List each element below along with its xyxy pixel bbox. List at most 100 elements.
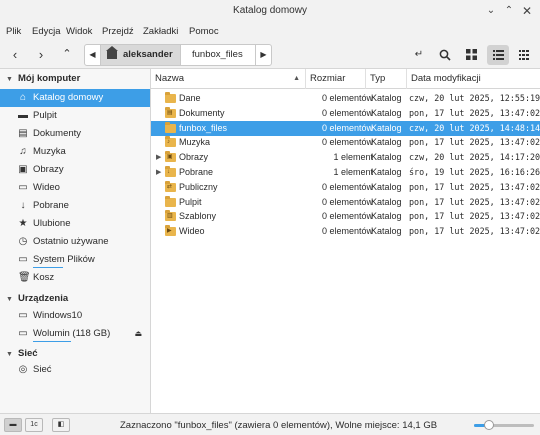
minimize-icon[interactable]: ⌄ [485, 5, 497, 17]
sidebar-item-ulubione[interactable]: ★ Ulubione [0, 215, 150, 233]
music-icon: ♫ [19, 146, 27, 157]
tree-icon[interactable]: 1c [25, 418, 43, 432]
sidebar-item-muzyka[interactable]: ♫ Muzyka [0, 143, 150, 161]
section-moj-komputer[interactable]: ▼ Mój komputer [6, 73, 80, 84]
menu-widok[interactable]: Widok [66, 26, 92, 37]
expander-icon[interactable]: ▶ [156, 150, 161, 165]
menu-pomoc[interactable]: Pomoc [189, 26, 219, 37]
arrow-up-icon[interactable]: ⌃ [56, 46, 78, 64]
folder-icon: ▣ [165, 151, 176, 163]
arrow-right-icon[interactable]: › [30, 46, 52, 64]
file-size: 1 element [333, 167, 373, 177]
file-type: Katalog [371, 137, 402, 148]
file-date: pon, 17 lut 2025, 13:47:02 [409, 107, 540, 118]
sidebar-item-siec[interactable]: ◎ Sieć [0, 361, 150, 379]
folder-emblem: ⇄ [167, 183, 173, 190]
sidebar-item-pobrane[interactable]: ↓ Pobrane [0, 197, 150, 215]
table-row[interactable]: Dane 0 elementów Katalog czw, 20 lut 2025, … [151, 91, 540, 106]
sidebar-item-katalog-domowy[interactable]: ⌂ Katalog domowy [0, 89, 150, 107]
column-type[interactable]: Typ [366, 69, 407, 89]
zoom-slider[interactable] [474, 420, 534, 430]
network-icon: ◎ [18, 364, 28, 375]
file-date: czw, 20 lut 2025, 14:17:20 [409, 152, 540, 163]
menu-plik[interactable]: Plik [6, 26, 21, 37]
chevron-down-icon: ▼ [6, 351, 13, 358]
file-name: Wideo [179, 226, 205, 237]
menu-przejdz[interactable]: Przejdź [102, 26, 134, 37]
file-type: Katalog [371, 93, 402, 103]
menu-zakladki[interactable]: Zakładki [143, 26, 178, 37]
path-segment-home[interactable]: aleksander [101, 45, 181, 65]
table-row[interactable]: ⇄ Publiczny 0 elementów Katalog pon, 17 lut … [151, 180, 540, 195]
maximize-icon[interactable]: ⌃ [503, 5, 515, 17]
table-row[interactable]: ▤ Dokumenty 0 elementów Katalog pon, 17 lut … [151, 106, 540, 121]
sidebar: ▼ Mój komputer ⌂ Katalog domowy ▬ Pulpit ▤ D… [0, 69, 151, 413]
path-segment-funbox-files[interactable]: funbox_files [182, 45, 256, 65]
file-name: Pulpit [179, 196, 202, 207]
path-scroll-left-icon[interactable]: ◀ [85, 45, 101, 65]
folder-emblem: ▶ [167, 228, 172, 235]
toggle-sidebar-icon[interactable]: ◧ [52, 418, 70, 432]
sidebar-item-system-plikow[interactable]: ▭ System Plików [0, 251, 150, 269]
file-type: Katalog [371, 152, 402, 163]
open-terminal-icon[interactable]: ↵ [408, 45, 430, 65]
file-type: Katalog [371, 211, 402, 222]
file-list: Nazwa ▲ Rozmiar Typ Data modyfikacji Dan… [151, 69, 540, 413]
eject-icon[interactable]: ⏏ [134, 325, 142, 343]
folder-icon: ▥ [165, 210, 176, 222]
file-name: Muzyka [179, 137, 211, 148]
table-row[interactable]: ▶ ↓ Pobrane 1 element Katalog śro, 19 lut 202… [151, 165, 540, 180]
sidebar-item-ostatnio-uzywane[interactable]: ◷ Ostatnio używane [0, 233, 150, 251]
column-date[interactable]: Data modyfikacji [407, 69, 540, 89]
home-icon [106, 46, 118, 59]
file-type: Katalog [371, 122, 402, 133]
table-row[interactable]: ▥ Szablony 0 elementów Katalog pon, 17 lut 2… [151, 209, 540, 224]
expander-icon[interactable]: ▶ [156, 165, 161, 180]
sidebar-item-obrazy[interactable]: ▣ Obrazy [0, 161, 150, 179]
sort-ascending-icon: ▲ [293, 75, 300, 82]
folder-icon: ▶ [165, 225, 176, 237]
column-name[interactable]: Nazwa ▲ [151, 69, 306, 89]
file-name: Szablony [179, 211, 217, 222]
close-icon[interactable]: ✕ [521, 5, 533, 17]
list-view-icon[interactable] [487, 45, 509, 65]
sidebar-item-dokumenty[interactable]: ▤ Dokumenty [0, 125, 150, 143]
table-row[interactable]: Pulpit 0 elementów Katalog pon, 17 lut 2025… [151, 195, 540, 210]
column-size[interactable]: Rozmiar [306, 69, 366, 89]
table-row[interactable]: ♪ Muzyka 0 elementów Katalog pon, 17 lut 202… [151, 135, 540, 150]
icon-view-icon[interactable] [460, 45, 482, 65]
file-name: Obrazy [179, 152, 209, 163]
places-icon[interactable]: ▬ [4, 418, 22, 432]
sidebar-item-wideo[interactable]: ▭ Wideo [0, 179, 150, 197]
file-type: Katalog [371, 181, 402, 192]
table-row[interactable]: ▶ ▣ Obrazy 1 element Katalog czw, 20 lut 2025… [151, 150, 540, 165]
disk-usage-bar [33, 341, 71, 342]
file-date: pon, 17 lut 2025, 13:47:02 [409, 226, 540, 237]
compact-view-icon[interactable] [513, 45, 535, 65]
section-urzadzenia[interactable]: ▼ Urządzenia [6, 293, 68, 304]
sidebar-item-windows10[interactable]: ▭ Windows10 [0, 307, 150, 325]
file-size: 0 elementów [321, 137, 373, 148]
file-size: 1 element [333, 152, 373, 163]
search-icon[interactable] [434, 45, 456, 65]
file-date: pon, 17 lut 2025, 13:47:02 [409, 211, 540, 222]
folder-emblem: ↓ [167, 169, 170, 175]
sidebar-item-pulpit[interactable]: ▬ Pulpit [0, 107, 150, 125]
file-size: 0 elementów [321, 122, 373, 133]
recent-icon: ◷ [18, 236, 28, 247]
drive-icon: ▭ [18, 328, 28, 339]
arrow-left-icon[interactable]: ‹ [4, 46, 26, 64]
sidebar-item-kosz[interactable]: 🗑 Kosz [0, 269, 150, 287]
table-row[interactable]: funbox_files 0 elementów Katalog czw, 20 lu… [151, 120, 540, 136]
folder-icon: ⇄ [165, 180, 176, 192]
file-name: Publiczny [179, 181, 218, 192]
zoom-slider-knob[interactable] [484, 420, 494, 430]
menu-edycja[interactable]: Edycja [32, 26, 61, 37]
pictures-icon: ▣ [18, 164, 28, 175]
file-date: czw, 20 lut 2025, 12:55:19 [409, 93, 540, 103]
section-siec[interactable]: ▼ Sieć [6, 348, 38, 359]
sidebar-item-wolumin[interactable]: ▭ Wolumin (118 GB) ⏏ [0, 325, 150, 343]
table-row[interactable]: ▶ Wideo 0 elementów Katalog pon, 17 lut 2025… [151, 224, 540, 239]
file-type: Katalog [371, 226, 402, 237]
path-scroll-right-icon[interactable]: ▶ [255, 45, 271, 65]
